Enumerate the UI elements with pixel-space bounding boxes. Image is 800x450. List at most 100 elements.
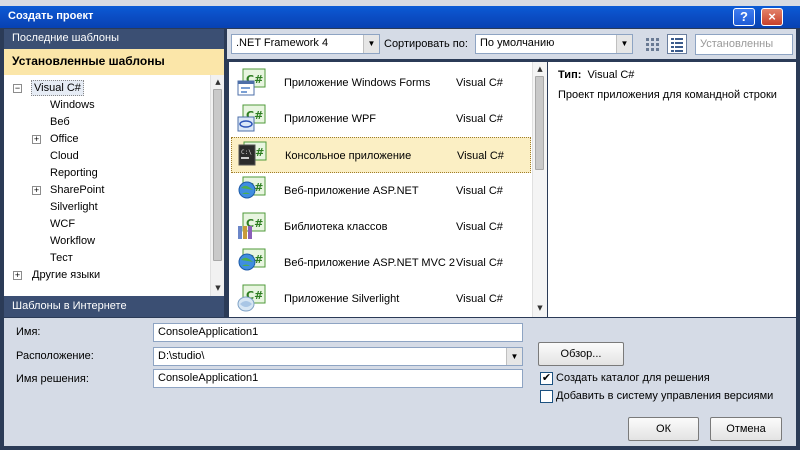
tree-item-label: Silverlight <box>50 201 98 213</box>
installed-templates-header[interactable]: Установленные шаблоны <box>4 49 224 75</box>
template-name: Приложение WPF <box>284 113 377 125</box>
solution-name-label: Имя решения: <box>16 373 89 385</box>
collapse-icon[interactable]: − <box>13 84 22 93</box>
class-library-icon: C# <box>237 212 267 242</box>
tree-item-label: WCF <box>50 218 76 230</box>
tree-item-label: SharePoint <box>50 184 105 196</box>
online-templates-header[interactable]: Шаблоны в Интернете <box>4 296 224 317</box>
type-label: Тип: <box>558 69 582 81</box>
tree-item-label: Office <box>50 133 79 145</box>
category-tree: − Visual C# Windows Веб + Office Cloud Reportin… <box>4 75 210 297</box>
scroll-up-icon[interactable]: ▲ <box>534 63 546 75</box>
console-icon: C# C:\ <box>238 141 268 171</box>
tree-item-office[interactable]: + Office <box>4 131 210 147</box>
medium-icons-view-button[interactable] <box>667 34 687 54</box>
template-item[interactable]: C# Приложение WPF Visual C# <box>231 101 531 137</box>
tree-item-sharepoint[interactable]: + SharePoint <box>4 182 210 198</box>
project-name-input[interactable]: ConsoleApplication1 <box>153 323 523 342</box>
project-settings-form: Имя: ConsoleApplication1 Расположение: D… <box>4 318 796 410</box>
tree-item-веб[interactable]: Веб <box>4 114 210 130</box>
add-source-control-label: Добавить в систему управления версиями <box>556 390 774 402</box>
tree-item-другие-языки[interactable]: + Другие языки <box>4 267 210 283</box>
tree-item-label: Веб <box>50 116 70 128</box>
tree-item-label: Cloud <box>50 150 79 162</box>
templates-toolbar: .NET Framework 4 ▼ Сортировать по: По ум… <box>227 29 796 59</box>
scroll-thumb[interactable] <box>535 76 544 170</box>
framework-select[interactable]: .NET Framework 4 ▼ <box>231 34 380 54</box>
tree-item-label: Reporting <box>50 167 98 179</box>
location-label: Расположение: <box>16 350 94 362</box>
template-search-input[interactable]: Установленны <box>695 34 793 55</box>
scroll-down-icon[interactable]: ▼ <box>534 302 546 314</box>
recent-templates-header[interactable]: Последние шаблоны <box>4 29 224 49</box>
tree-item-label: Visual C# <box>31 80 84 96</box>
create-directory-label: Создать каталог для решения <box>556 372 710 384</box>
help-button[interactable]: ? <box>733 8 755 26</box>
tree-item-label: Workflow <box>50 235 96 247</box>
scroll-thumb[interactable] <box>213 89 222 261</box>
browse-button[interactable]: Обзор... <box>538 342 624 366</box>
templates-scrollbar[interactable]: ▲ ▼ <box>532 62 547 317</box>
template-item[interactable]: C# Веб-приложение ASP.NET MVC 2Visual C# <box>231 245 531 281</box>
template-name: Приложение Windows Forms <box>284 77 431 89</box>
windows-forms-icon: C# <box>237 68 267 98</box>
type-value: Visual C# <box>587 69 635 81</box>
template-item[interactable]: C# C:\ Консольное приложение Visual C# <box>231 137 531 173</box>
sort-select[interactable]: По умолчанию ▼ <box>475 34 633 54</box>
template-item[interactable]: C# Приложение Silverlight Visual C# <box>231 281 531 317</box>
tree-item-visual-c#[interactable]: − Visual C# <box>4 80 210 96</box>
sort-select-value: По умолчанию <box>480 37 555 49</box>
template-name: Веб-приложение ASP.NET MVC 2 <box>284 257 456 269</box>
template-language: Visual C# <box>457 150 504 162</box>
tree-item-label: Другие языки <box>32 269 101 281</box>
template-name: Консольное приложение <box>285 150 412 162</box>
scroll-up-icon[interactable]: ▲ <box>212 76 224 88</box>
tree-item-cloud[interactable]: Cloud <box>4 148 210 164</box>
template-name: Веб-приложение ASP.NET <box>284 185 419 197</box>
template-item[interactable]: C# Библиотека классов Visual C# <box>231 209 531 245</box>
checkbox-box-icon[interactable] <box>540 390 553 403</box>
location-value: D:\studio\ <box>158 350 205 362</box>
checkbox-check-icon[interactable]: ✔ <box>540 372 553 385</box>
template-language: Visual C# <box>456 221 503 233</box>
scroll-down-icon[interactable]: ▼ <box>212 282 224 294</box>
tree-item-workflow[interactable]: Workflow <box>4 233 210 249</box>
template-language: Visual C# <box>456 257 503 269</box>
templates-list: C# Приложение Windows Forms Visual C# C# При… <box>229 62 547 317</box>
template-type: Тип: Visual C# <box>558 69 634 81</box>
solution-name-input[interactable]: ConsoleApplication1 <box>153 369 523 388</box>
silverlight-icon: C# <box>237 284 267 314</box>
template-language: Visual C# <box>456 293 503 305</box>
new-project-dialog: Создать проект ? × Последние шаблоны Уст… <box>0 0 800 450</box>
title-bar[interactable]: Создать проект ? × <box>0 6 800 28</box>
chevron-down-icon[interactable]: ▼ <box>616 35 632 53</box>
expand-icon[interactable]: + <box>13 271 22 280</box>
template-language: Visual C# <box>456 77 503 89</box>
framework-select-value: .NET Framework 4 <box>236 37 329 49</box>
small-icons-view-button[interactable] <box>642 34 662 54</box>
expand-icon[interactable]: + <box>32 186 41 195</box>
expand-icon[interactable]: + <box>32 135 41 144</box>
chevron-down-icon[interactable]: ▼ <box>363 35 379 53</box>
template-item[interactable]: C# Приложение Windows Forms Visual C# <box>231 65 531 101</box>
tree-item-wcf[interactable]: WCF <box>4 216 210 232</box>
name-label: Имя: <box>16 326 41 338</box>
tree-item-label: Тест <box>50 252 73 264</box>
template-name: Библиотека классов <box>284 221 388 233</box>
tree-item-silverlight[interactable]: Silverlight <box>4 199 210 215</box>
tree-item-тест[interactable]: Тест <box>4 250 210 266</box>
chevron-down-icon[interactable]: ▼ <box>506 348 522 365</box>
tree-item-label: Windows <box>50 99 95 111</box>
template-categories-pane: Последние шаблоны Установленные шаблоны … <box>4 29 224 317</box>
template-item[interactable]: C# Веб-приложение ASP.NET Visual C# <box>231 173 531 209</box>
tree-item-windows[interactable]: Windows <box>4 97 210 113</box>
tree-item-reporting[interactable]: Reporting <box>4 165 210 181</box>
wpf-icon: C# <box>237 104 267 134</box>
location-select[interactable]: D:\studio\ ▼ <box>153 347 523 366</box>
ok-button[interactable]: ОК <box>628 417 699 441</box>
close-button[interactable]: × <box>761 8 783 26</box>
cancel-button[interactable]: Отмена <box>710 417 782 441</box>
aspnet-icon: C# <box>237 176 267 206</box>
tree-scrollbar[interactable]: ▲ ▼ <box>210 75 224 296</box>
sort-label: Сортировать по: <box>384 38 468 50</box>
